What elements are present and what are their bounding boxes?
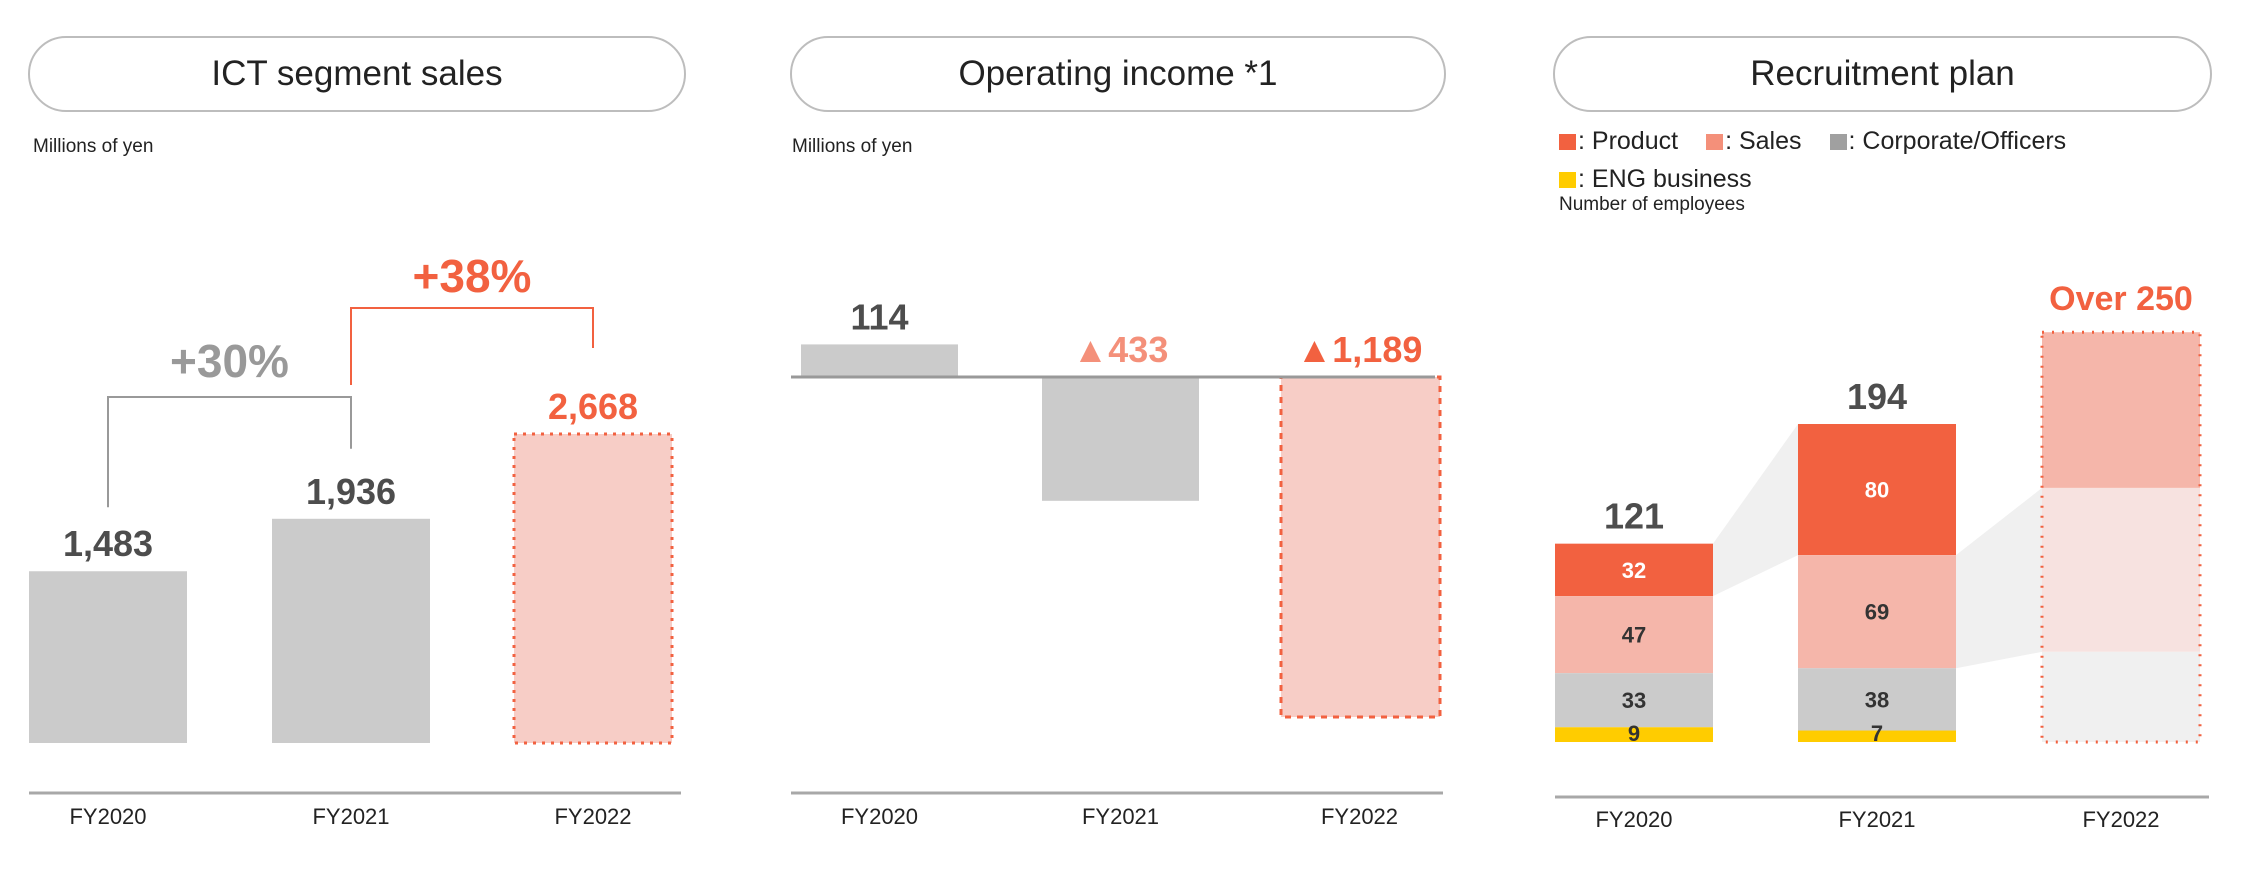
segment-label-FY2020: 32 [1622, 558, 1646, 583]
legend-item-eng: : ENG business [1559, 165, 1752, 194]
legend-item-product: : Product [1559, 127, 1678, 156]
segment-label-FY2020: 33 [1622, 688, 1646, 713]
bar-oi-FY2020 [801, 344, 958, 377]
panel-title-recruitment-plan: Recruitment plan [1553, 36, 2212, 112]
bar-oi-FY2022 [1279, 375, 1442, 719]
legend-label: : Product [1578, 127, 1679, 155]
growth-label-fy2021: +30% [170, 335, 289, 387]
x-tick-recruitment-FY2021: FY2021 [1838, 807, 1915, 832]
x-tick-ict-FY2022: FY2022 [554, 804, 631, 829]
value-label-ict-FY2020: 1,483 [63, 523, 153, 564]
segment-fy2022-middle [2042, 487, 2200, 652]
legend-swatch-eng [1559, 171, 1576, 188]
segment-label-FY2021: 80 [1865, 478, 1889, 503]
legend-label: : Corporate/Officers [1848, 127, 2067, 155]
segment-label-FY2021: 69 [1865, 600, 1889, 625]
panel-title-text: Operating income *1 [958, 54, 1278, 93]
segment-fy2022-lower [2042, 651, 2200, 742]
segment-label-FY2021: 38 [1865, 687, 1889, 712]
unit-label-recruitment: Number of employees [1559, 194, 1745, 215]
segment-label-FY2020: 47 [1622, 623, 1646, 648]
x-tick-recruitment-FY2020: FY2020 [1595, 807, 1672, 832]
value-label-ict-FY2022: 2,668 [548, 386, 638, 427]
connector-sales-fy2021-fy2022 [1956, 487, 2042, 669]
total-label-FY2021: 194 [1847, 376, 1907, 417]
total-label-FY2022: Over 250 [2049, 280, 2193, 318]
legend-swatch-corporate [1829, 133, 1847, 150]
legend-swatch-product [1559, 133, 1576, 150]
x-tick-oi-FY2020: FY2020 [841, 804, 918, 829]
growth-label-fy2022: +38% [413, 250, 532, 302]
segment-fy2022-upper [2042, 332, 2200, 488]
total-label-FY2020: 121 [1604, 496, 1664, 537]
x-tick-oi-FY2022: FY2022 [1321, 804, 1398, 829]
panel-title-operating-income: Operating income *1 [790, 36, 1446, 112]
unit-label-ict-sales: Millions of yen [33, 136, 154, 157]
value-label-oi-FY2021: ▲433 [1073, 329, 1169, 370]
legend-label: : ENG business [1578, 165, 1752, 193]
legend-row-1: : Product : Sales : Corporate/Officers [1559, 127, 2094, 156]
legend-swatch-sales [1706, 133, 1724, 150]
panel-title-text: ICT segment sales [211, 54, 503, 93]
bar-ict-FY2021 [272, 518, 430, 743]
x-tick-ict-FY2021: FY2021 [312, 804, 389, 829]
segment-label-FY2020: 9 [1628, 721, 1640, 746]
legend-item-sales: : Sales [1706, 127, 1802, 156]
x-tick-oi-FY2021: FY2021 [1082, 804, 1159, 829]
growth-bracket-fy2021-fy2022 [350, 307, 594, 385]
panel-title-text: Recruitment plan [1750, 54, 2015, 93]
value-label-oi-FY2020: 114 [850, 296, 908, 337]
segment-label-FY2021: 7 [1871, 721, 1883, 746]
value-label-oi-FY2022: ▲1,189 [1297, 329, 1423, 370]
connector-product-fy2020-fy2021 [1713, 424, 1798, 597]
unit-label-operating-income: Millions of yen [792, 136, 913, 157]
bar-oi-FY2021 [1042, 377, 1199, 501]
panel-title-ict-sales: ICT segment sales [28, 36, 686, 112]
legend-label: : Sales [1725, 127, 1802, 155]
bar-ict-FY2020 [29, 571, 187, 743]
x-tick-ict-FY2020: FY2020 [69, 804, 146, 829]
bar-ict-FY2022 [512, 432, 674, 745]
legend-item-corporate: : Corporate/Officers [1829, 127, 2067, 156]
value-label-ict-FY2021: 1,936 [306, 471, 396, 512]
x-tick-recruitment-FY2022: FY2022 [2082, 807, 2159, 832]
legend-row-2: : ENG business [1559, 165, 1780, 194]
